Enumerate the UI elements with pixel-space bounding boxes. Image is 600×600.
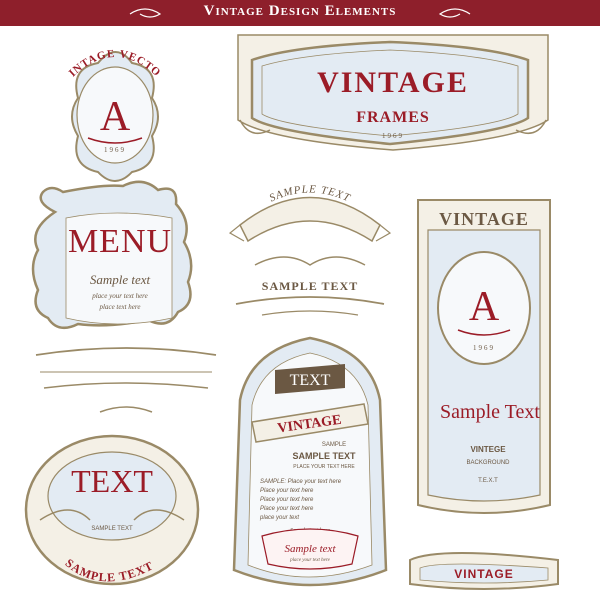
header-banner: Vintage Design Elements xyxy=(0,0,600,26)
bottle-sample-small: SAMPLE xyxy=(322,442,346,448)
ribbon-sample-text: SAMPLE TEXT xyxy=(228,183,392,266)
label-oval-text: TEXT SAMPLE TEXT SAMPLE TEXT xyxy=(24,434,200,586)
artwork: VINTAGE VECTOR A 1969 VINTAGE FRAMES 196… xyxy=(0,26,559,590)
bottle-ribbon-top: TEXT xyxy=(290,372,331,389)
label-vintage-vector: VINTAGE VECTOR A 1969 xyxy=(0,26,162,182)
bottle-script-line: place your text here xyxy=(289,558,330,563)
small-banner-label: VINTAGE xyxy=(454,567,513,581)
tall-footer: T.E.X.T xyxy=(478,478,498,484)
menu-line2: place text here xyxy=(99,303,141,311)
bottle-body4: Place your text here xyxy=(260,506,314,512)
tall-year: 1969 xyxy=(473,344,495,352)
oval-small: SAMPLE TEXT xyxy=(91,526,133,532)
bottle-body2: Place your text here xyxy=(260,488,314,494)
tall-background: BACKGROUND xyxy=(466,460,510,466)
tall-monogram: A xyxy=(469,284,500,330)
vf-title: VINTAGE xyxy=(317,66,469,99)
page-title: Vintage Design Elements xyxy=(203,3,397,19)
frame-tall: VINTAGE A 1969 Sample Text VINTEGE BACKG… xyxy=(417,199,551,514)
banner-vintage-small: VINTAGE xyxy=(409,552,559,590)
tall-sample: Sample Text xyxy=(440,401,540,423)
bottle-body5: place your text xyxy=(259,515,299,521)
menu-title: MENU xyxy=(68,223,172,260)
menu-subtitle: Sample text xyxy=(90,272,151,287)
frame-menu: MENU Sample text place your text here pl… xyxy=(31,180,193,330)
vf-year: 1969 xyxy=(382,132,404,140)
bottle-sample-tiny: PLACE YOUR TEXT HERE xyxy=(293,464,355,470)
frame-vintage-frames: VINTAGE FRAMES 1969 xyxy=(237,34,549,151)
bottle-script-big: Sample text xyxy=(284,543,336,555)
bottle-sample-large: SAMPLE TEXT xyxy=(292,451,356,461)
canvas: Vintage Design Elements VINTAGE VECTOR A… xyxy=(0,0,600,600)
vf-subtitle: FRAMES xyxy=(356,109,430,126)
menu-line1: place your text here xyxy=(91,292,148,300)
tall-header: VINTAGE xyxy=(439,209,529,229)
divider-sample-text: SAMPLE TEXT xyxy=(235,279,385,316)
label-bottle: TEXT VINTAGE SAMPLE SAMPLE TEXT PLACE YO… xyxy=(232,336,388,587)
tall-product: VINTEGE xyxy=(470,445,506,454)
vv-year: 1969 xyxy=(104,146,126,154)
bottle-body3: Place your text here xyxy=(260,497,314,503)
vv-monogram: A xyxy=(100,94,131,140)
divider-label: SAMPLE TEXT xyxy=(262,279,358,293)
oval-title: TEXT xyxy=(71,463,153,499)
left-dividers xyxy=(35,347,217,413)
bottle-body1: SAMPLE: Place your text here xyxy=(260,479,342,485)
